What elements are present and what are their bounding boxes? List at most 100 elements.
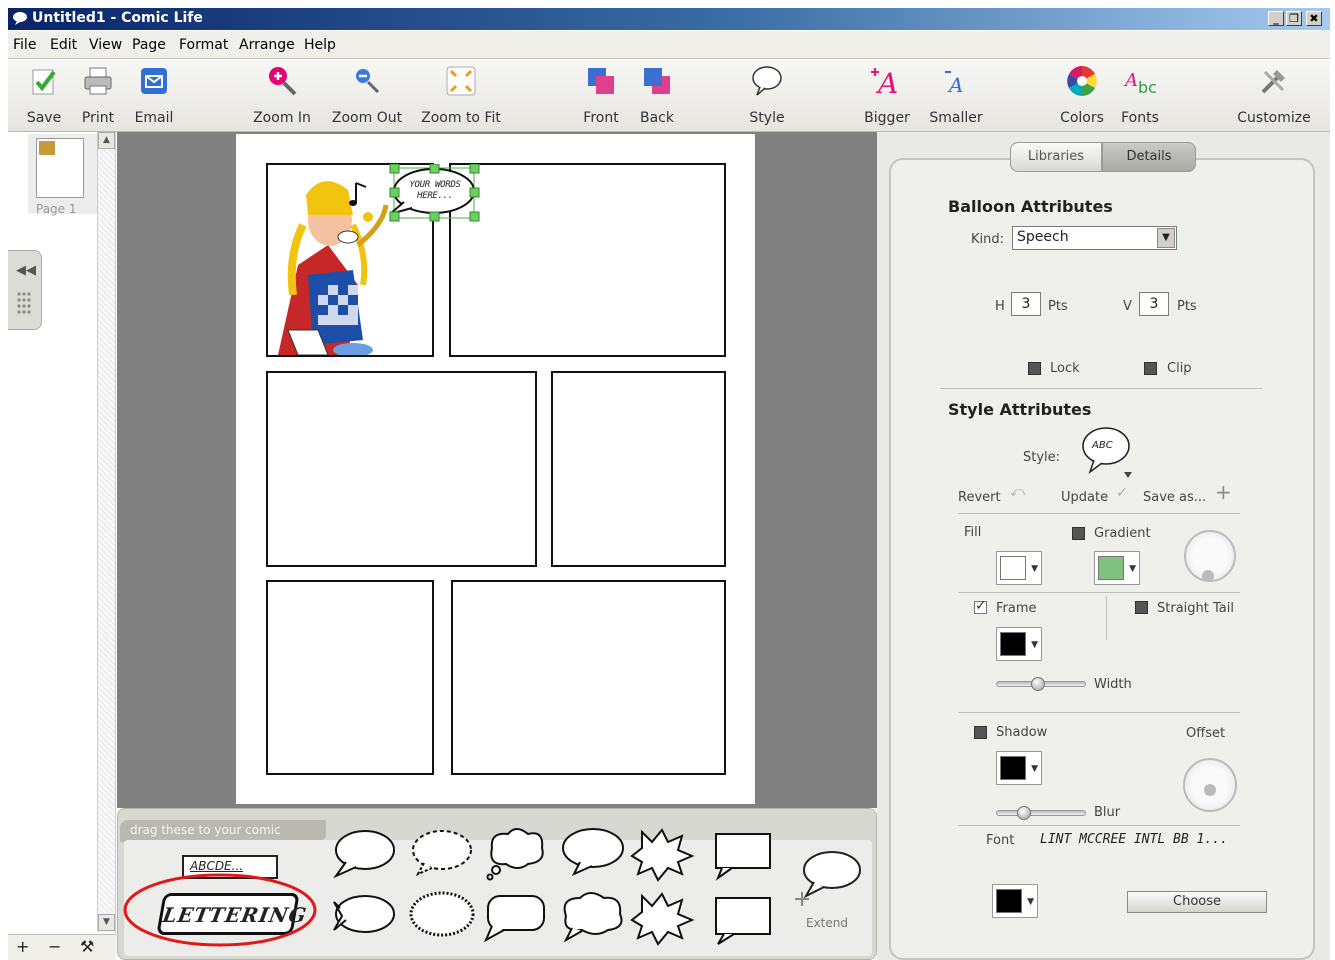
menu-page[interactable]: Page	[132, 37, 166, 53]
divider	[1106, 596, 1107, 640]
comic-page[interactable]: YOUR WORDS HERE...	[236, 134, 755, 804]
collapse-strip-tab[interactable]: ◀◀	[8, 250, 42, 330]
shadow-checkbox[interactable]	[974, 726, 987, 739]
print-button[interactable]: Print	[74, 64, 122, 126]
style-attributes-heading: Style Attributes	[948, 400, 1092, 419]
revert-icon: ⤺	[1010, 484, 1025, 500]
lock-checkbox[interactable]	[1028, 362, 1041, 375]
text-bigger-icon: A	[871, 67, 898, 98]
text-color-well[interactable]: ▼	[992, 884, 1038, 918]
frame-color-well[interactable]: ▼	[996, 627, 1042, 661]
page-thumbnail[interactable]	[36, 138, 84, 198]
page-tools-button[interactable]: ⚒	[80, 937, 94, 956]
style-label: Style	[749, 110, 785, 126]
comic-panel-2[interactable]	[449, 163, 726, 357]
back-button[interactable]: Back	[632, 64, 682, 126]
style-preview-text: ABC	[1092, 440, 1113, 451]
shadow-offset-dial[interactable]	[1183, 758, 1237, 812]
page-label: Page 1	[36, 202, 77, 216]
menu-arrange[interactable]: Arrange	[239, 37, 295, 53]
dial-knob	[1204, 784, 1216, 796]
scroll-up-arrow[interactable]: ▲	[98, 132, 115, 149]
fill-color-swatch	[1000, 556, 1026, 580]
customize-button[interactable]: Customize	[1234, 64, 1314, 126]
maximize-button[interactable]: ❐	[1286, 11, 1302, 26]
page-strip-scrollbar[interactable]: ▲ ▼	[97, 132, 115, 932]
email-icon	[141, 68, 167, 94]
rounded-rect-balloon-shape	[483, 895, 545, 943]
chevron-down-icon: ▼	[1157, 228, 1175, 248]
gradient-angle-dial[interactable]	[1184, 530, 1236, 582]
blur-slider-knob[interactable]	[1017, 806, 1031, 820]
comic-panel-4[interactable]	[551, 371, 726, 567]
chevron-down-icon: ▼	[1031, 640, 1038, 650]
revert-button[interactable]: Revert	[958, 490, 1001, 505]
email-label: Email	[134, 110, 174, 126]
straight-tail-checkbox[interactable]	[1135, 601, 1148, 614]
menu-help[interactable]: Help	[304, 37, 336, 53]
blur-slider[interactable]	[996, 810, 1086, 816]
comic-panel-5[interactable]	[266, 580, 434, 775]
bigger-button[interactable]: A Bigger	[860, 64, 914, 126]
speech-balloon-shape-1	[333, 830, 395, 879]
style-button[interactable]: Style	[742, 64, 792, 126]
blur-label: Blur	[1094, 805, 1121, 820]
font-label: Font	[986, 833, 1015, 848]
zoom-in-button[interactable]: Zoom In	[248, 64, 316, 126]
update-button[interactable]: Update	[1061, 490, 1108, 505]
fill-color-well[interactable]: ▼	[996, 551, 1042, 585]
h-unit-label: Pts	[1048, 299, 1068, 314]
smaller-button[interactable]: A Smaller	[924, 64, 988, 126]
printer-icon	[84, 67, 112, 95]
menu-view[interactable]: View	[89, 37, 122, 53]
offset-label: Offset	[1186, 726, 1226, 741]
zoom-to-fit-label: Zoom to Fit	[421, 110, 501, 126]
shadow-color-well[interactable]: ▼	[996, 751, 1042, 785]
width-slider-knob[interactable]	[1031, 677, 1045, 691]
window-title: Untitled1 - Comic Life	[32, 10, 203, 26]
selected-speech-balloon[interactable]: YOUR WORDS HERE...	[388, 164, 480, 222]
menu-format[interactable]: Format	[179, 37, 228, 53]
add-style-icon[interactable]: +	[1215, 480, 1232, 504]
save-button[interactable]: Save	[20, 64, 68, 126]
menu-bar: File Edit View Page Format Arrange Help	[8, 31, 1330, 59]
straight-tail-label: Straight Tail	[1157, 601, 1234, 616]
close-button[interactable]: ✖	[1306, 11, 1322, 26]
style-preview-button[interactable]: ABC	[1080, 424, 1136, 480]
extend-button[interactable]: Extend	[792, 840, 866, 940]
h-pts-field[interactable]: 3	[1011, 292, 1041, 316]
menu-file[interactable]: File	[13, 37, 36, 53]
burst-balloon-shape-2	[630, 892, 695, 946]
gradient-color-well[interactable]: ▼	[1094, 551, 1140, 585]
front-button[interactable]: Front	[576, 64, 626, 126]
remove-page-button[interactable]: −	[48, 937, 61, 956]
oval-balloon-shape-2	[333, 895, 395, 933]
scroll-down-arrow[interactable]: ▼	[98, 914, 115, 931]
gradient-checkbox[interactable]	[1072, 527, 1085, 540]
print-label: Print	[81, 110, 115, 126]
title-bar: Untitled1 - Comic Life _ ❐ ✖	[8, 8, 1330, 30]
email-button[interactable]: Email	[130, 64, 178, 126]
zoom-to-fit-button[interactable]: Zoom to Fit	[416, 64, 506, 126]
save-as-button[interactable]: Save as...	[1143, 490, 1206, 505]
zoom-out-button[interactable]: Zoom Out	[328, 64, 406, 126]
kind-dropdown[interactable]: Speech ▼	[1012, 226, 1177, 250]
v-unit-label: Pts	[1177, 299, 1197, 314]
tab-details[interactable]: Details	[1102, 142, 1196, 172]
choose-font-button[interactable]: Choose	[1127, 891, 1267, 913]
fonts-button[interactable]: Abc Fonts	[1116, 64, 1164, 126]
v-pts-field[interactable]: 3	[1139, 292, 1169, 316]
comic-panel-6[interactable]	[451, 580, 726, 775]
clip-checkbox[interactable]	[1144, 362, 1157, 375]
grip-icon	[17, 292, 31, 314]
tab-libraries[interactable]: Libraries	[1010, 142, 1102, 172]
add-page-button[interactable]: +	[16, 937, 29, 956]
colors-button[interactable]: Colors	[1056, 64, 1108, 126]
frame-checkbox[interactable]	[974, 598, 987, 614]
chevron-down-icon: ▼	[1129, 564, 1136, 574]
frame-label: Frame	[996, 601, 1037, 616]
balloon-text: YOUR WORDS HERE...	[409, 180, 461, 201]
comic-panel-3[interactable]	[266, 371, 537, 567]
minimize-button[interactable]: _	[1268, 11, 1284, 26]
menu-edit[interactable]: Edit	[50, 37, 77, 53]
